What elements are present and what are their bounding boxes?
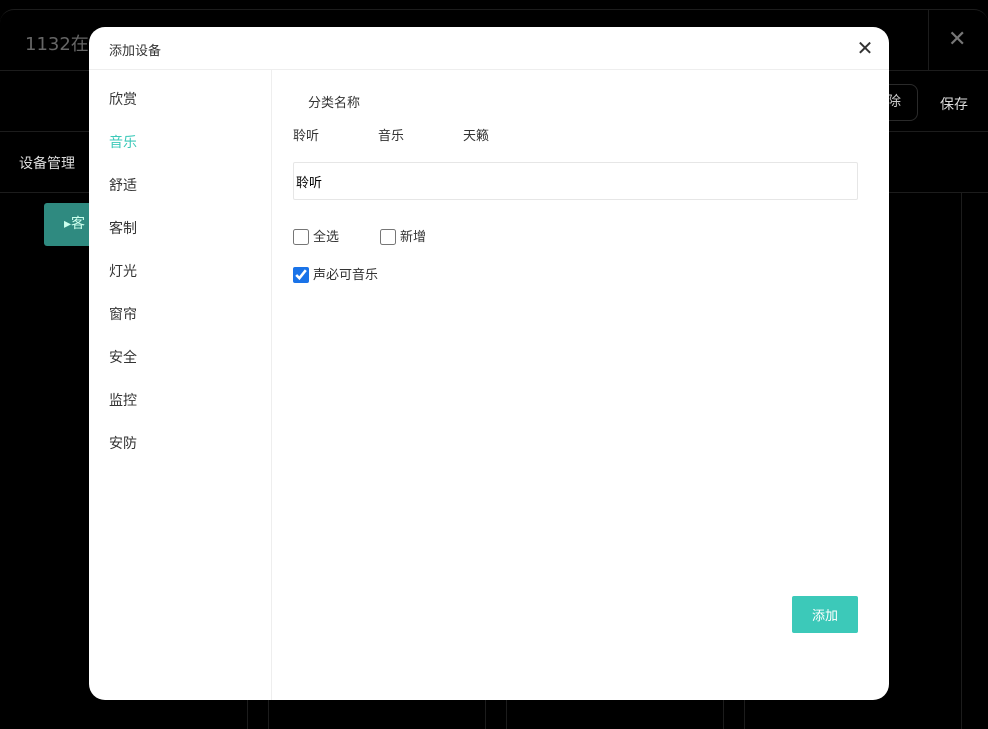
sidebar-item-appreciate[interactable]: 欣赏 — [109, 89, 137, 109]
sidebar-item-comfort[interactable]: 舒适 — [109, 175, 137, 195]
background-green-button-label: 客 — [71, 216, 86, 232]
add-device-modal: 添加设备 ✕ 欣赏 音乐 舒适 客制 灯光 窗帘 安全 监控 安防 分类名称 聆… — [89, 27, 889, 700]
category-tag[interactable]: 天籁 — [463, 125, 489, 144]
device-checkbox[interactable] — [293, 267, 309, 283]
sidebar-item-monitor[interactable]: 监控 — [109, 390, 137, 410]
category-sidebar: 欣赏 音乐 舒适 客制 灯光 窗帘 安全 监控 安防 — [89, 70, 272, 700]
select-all-label: 全选 — [313, 230, 340, 245]
sidebar-item-security[interactable]: 安防 — [109, 433, 137, 453]
category-tag[interactable]: 聆听 — [293, 125, 319, 144]
select-all-checkbox[interactable] — [293, 229, 309, 245]
sidebar-item-curtain[interactable]: 窗帘 — [109, 304, 137, 324]
background-close-icon[interactable]: ✕ — [948, 28, 966, 52]
background-save-button[interactable]: 保存 — [940, 94, 968, 114]
add-new-option[interactable]: 新增 — [380, 226, 426, 245]
category-name-label: 分类名称 — [308, 96, 361, 111]
sidebar-item-music[interactable]: 音乐 — [109, 132, 137, 152]
add-new-label: 新增 — [400, 230, 427, 245]
modal-title: 添加设备 — [109, 44, 162, 59]
modal-header: 添加设备 ✕ — [89, 27, 889, 70]
play-triangle-icon: ▸ — [64, 216, 72, 232]
category-name-input[interactable] — [293, 162, 858, 200]
sidebar-item-safety[interactable]: 安全 — [109, 347, 137, 367]
category-tag[interactable]: 音乐 — [378, 125, 404, 144]
sidebar-item-custom[interactable]: 客制 — [109, 218, 137, 238]
add-new-checkbox[interactable] — [380, 229, 396, 245]
select-all-option[interactable]: 全选 — [293, 226, 339, 245]
device-label: 声必可音乐 — [313, 268, 379, 283]
background-column-divider — [961, 192, 962, 729]
sidebar-item-lighting[interactable]: 灯光 — [109, 261, 137, 281]
close-icon[interactable]: ✕ — [855, 37, 875, 61]
device-option[interactable]: 声必可音乐 — [293, 264, 378, 283]
modal-content: 分类名称 聆听 音乐 天籁 全选 新增 声必可音乐 添加 — [273, 70, 889, 700]
background-nav-device-management[interactable]: 设备管理 — [19, 153, 75, 173]
add-button[interactable]: 添加 — [792, 596, 858, 633]
